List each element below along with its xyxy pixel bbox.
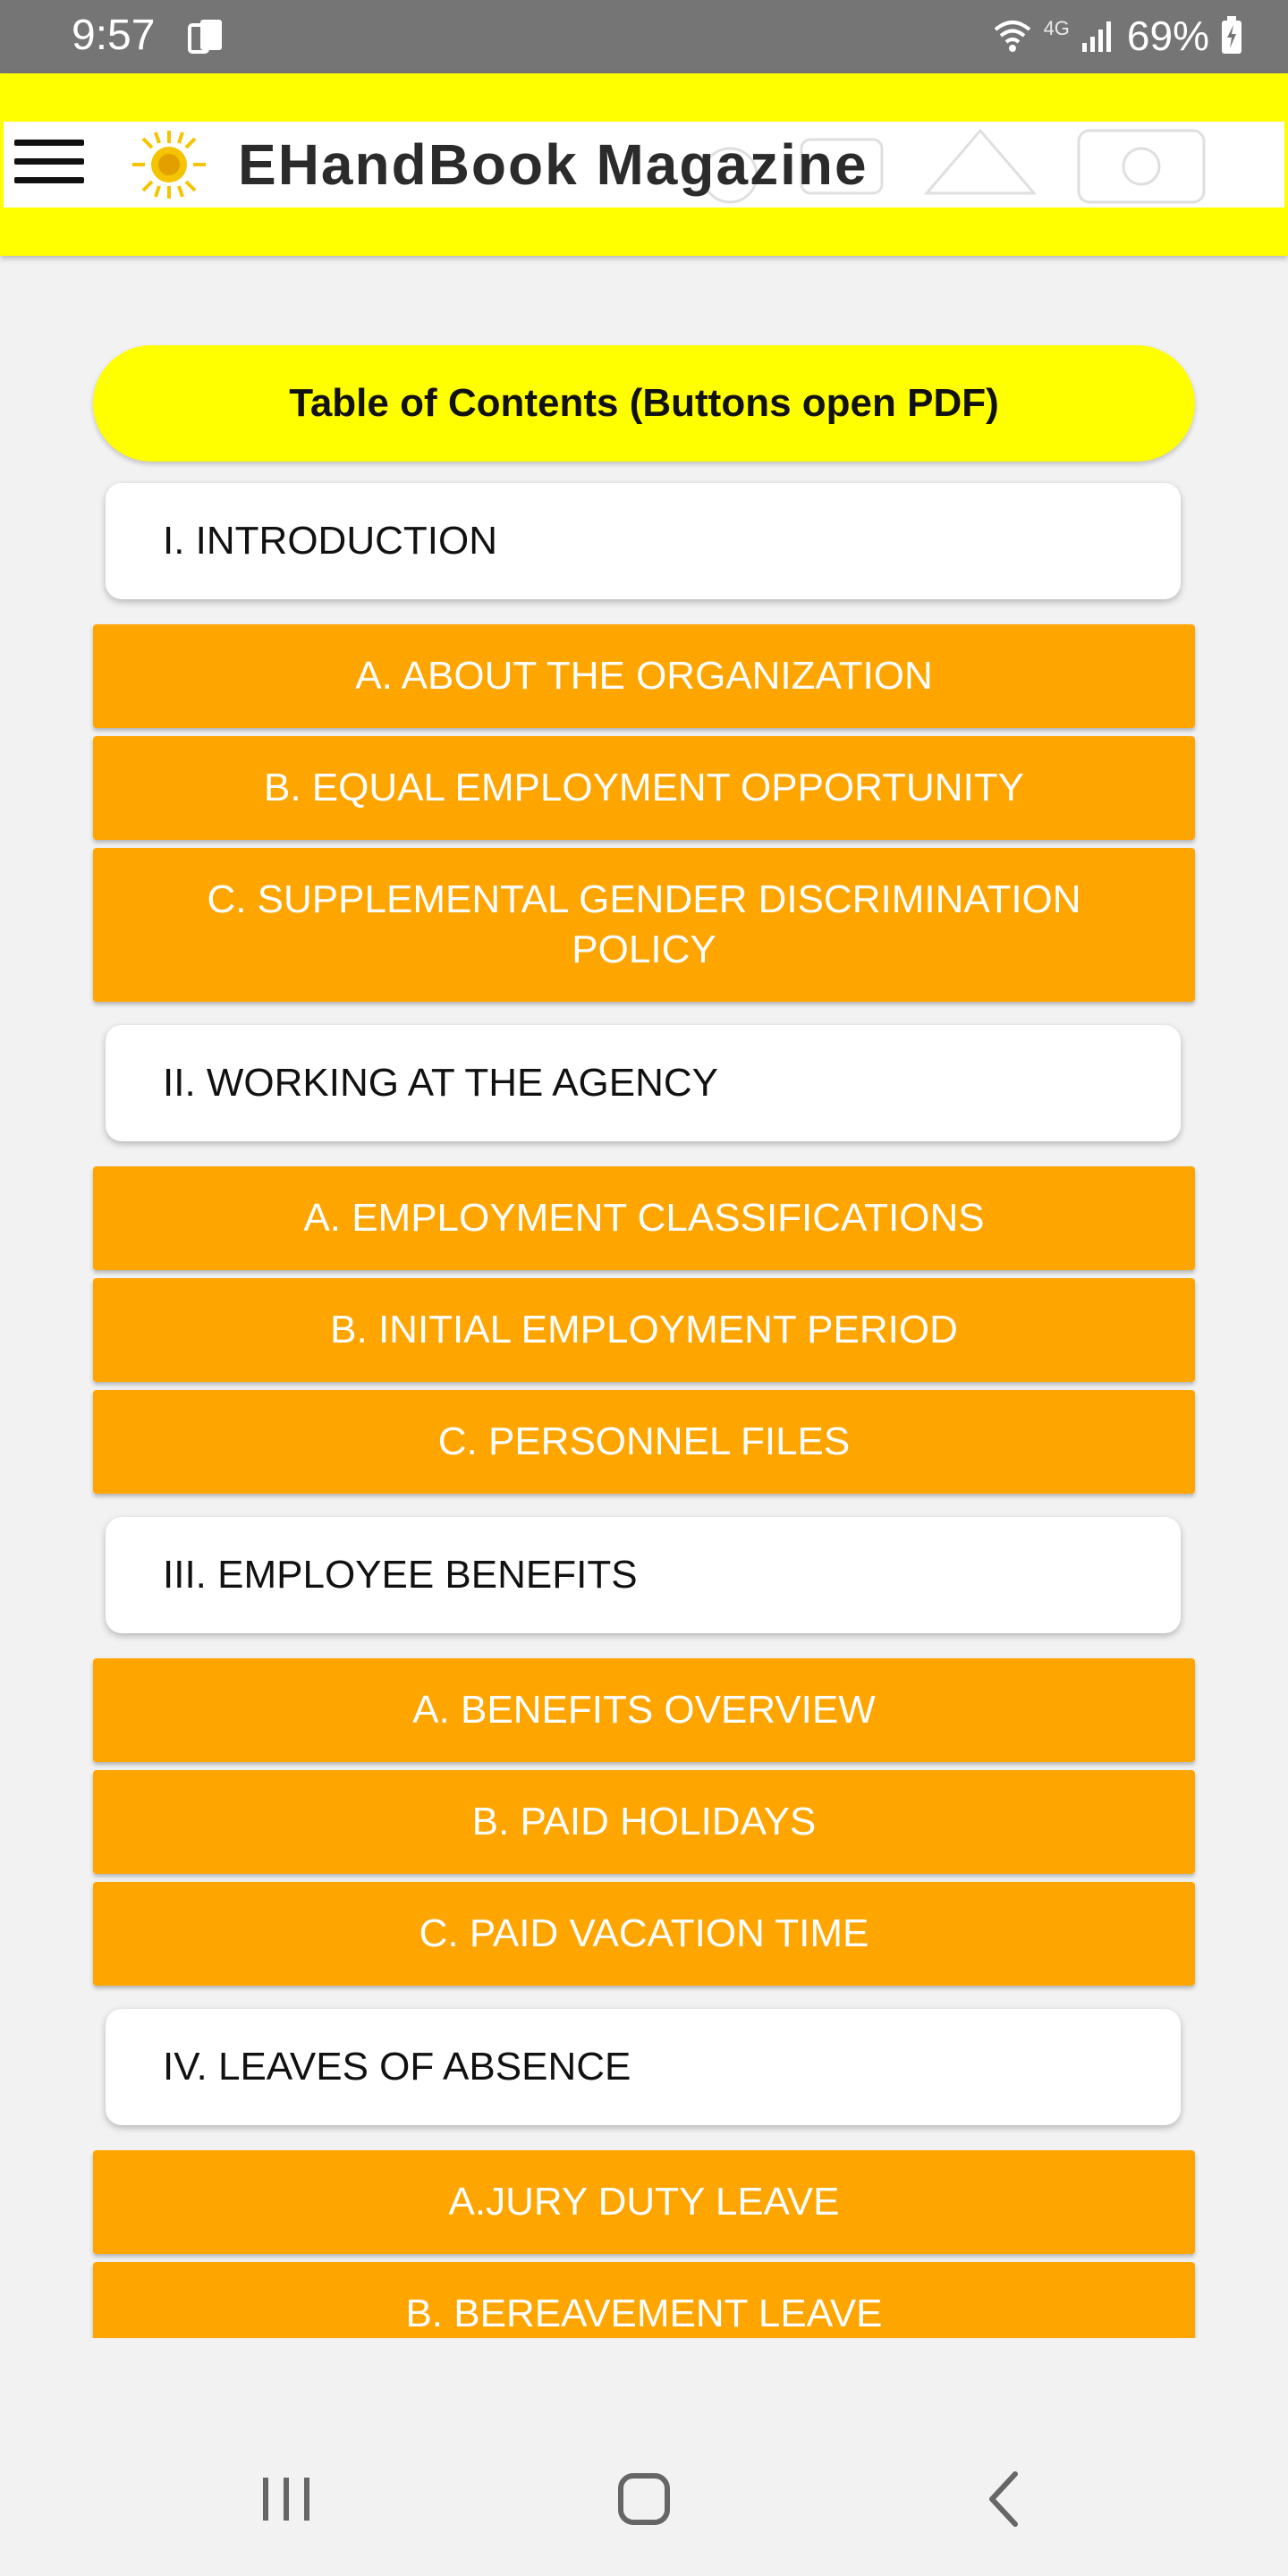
section-leaves-of-absence[interactable]: IV. LEAVES OF ABSENCE (106, 2009, 1181, 2125)
toc-item-paid-holidays[interactable]: B. PAID HOLIDAYS (93, 1770, 1195, 1874)
section-introduction[interactable]: I. INTRODUCTION (106, 483, 1181, 599)
toc-item-gender-discrimination[interactable]: C. SUPPLEMENTAL GENDER DISCRIMINATION PO… (93, 848, 1195, 1002)
status-bar: 9:57 4G 69% (0, 0, 1288, 73)
battery-level: 69% (1126, 13, 1209, 59)
sun-logo-icon (132, 131, 206, 199)
section-employee-benefits[interactable]: III. EMPLOYEE BENEFITS (106, 1517, 1181, 1633)
toc-item-equal-employment[interactable]: B. EQUAL EMPLOYMENT OPPORTUNITY (93, 736, 1195, 840)
toc-item-personnel-files[interactable]: C. PERSONNEL FILES (93, 1390, 1195, 1494)
toc-item-about-organization[interactable]: A. ABOUT THE ORGANIZATION (93, 624, 1195, 728)
battery-charging-icon (1222, 16, 1241, 54)
recent-apps-icon[interactable] (250, 2463, 322, 2535)
toc-item-paid-vacation[interactable]: C. PAID VACATION TIME (93, 1882, 1195, 1986)
home-icon[interactable] (608, 2463, 680, 2535)
toc-item-initial-employment-period[interactable]: B. INITIAL EMPLOYMENT PERIOD (93, 1278, 1195, 1382)
toc-title: Table of Contents (Buttons open PDF) (93, 345, 1195, 462)
back-icon[interactable] (970, 2463, 1042, 2535)
app-title: EHandBook Magazine (238, 132, 869, 197)
toc-item-benefits-overview[interactable]: A. BENEFITS OVERVIEW (93, 1658, 1195, 1762)
toc-item-jury-duty-leave[interactable]: A.JURY DUTY LEAVE (93, 2150, 1195, 2254)
section-working-at-agency[interactable]: II. WORKING AT THE AGENCY (106, 1025, 1181, 1141)
system-nav-bar (0, 2338, 1288, 2576)
toc-item-bereavement-leave[interactable]: B. BEREAVEMENT LEAVE (93, 2262, 1195, 2338)
network-type: 4G (1043, 17, 1070, 39)
toc-item-employment-classifications[interactable]: A. EMPLOYMENT CLASSIFICATIONS (93, 1166, 1195, 1270)
toc-scroll-area[interactable]: Table of Contents (Buttons open PDF) I. … (0, 256, 1288, 2338)
wifi-icon (994, 21, 1030, 52)
app-bar-banner: EHandBook Magazine (4, 122, 1284, 208)
hamburger-menu-icon[interactable] (14, 140, 84, 190)
app-bar: EHandBook Magazine (0, 73, 1288, 256)
status-time: 9:57 (72, 12, 156, 59)
signal-icon (1081, 21, 1111, 52)
sim-card-icon (188, 20, 222, 54)
